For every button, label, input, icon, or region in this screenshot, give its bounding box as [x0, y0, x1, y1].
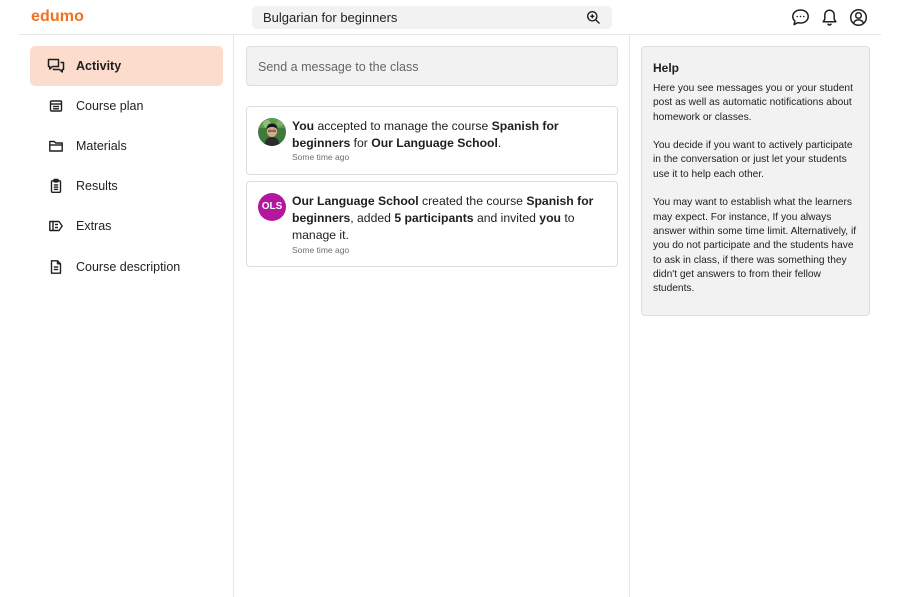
- help-title: Help: [653, 61, 680, 75]
- activity-timestamp: Some time ago: [292, 244, 350, 255]
- document-icon: [48, 259, 64, 275]
- sidebar-item-label: Course description: [76, 260, 181, 274]
- help-body: Here you see messages you or your studen…: [653, 82, 863, 311]
- bell-icon[interactable]: [820, 8, 839, 27]
- class-message-input[interactable]: Send a message to the class: [246, 46, 618, 86]
- left-sidebar: Activity Course plan Materials Results E…: [19, 35, 234, 597]
- activity-item: You accepted to manage the course Spanis…: [246, 106, 618, 175]
- activity-timestamp: Some time ago: [292, 152, 350, 163]
- sidebar-item-label: Results: [76, 179, 118, 193]
- search-input[interactable]: Bulgarian for beginners: [263, 10, 397, 25]
- school-avatar: OLS: [258, 193, 286, 221]
- app-logo[interactable]: edumo: [31, 8, 84, 26]
- sidebar-item-materials[interactable]: Materials: [30, 126, 223, 166]
- sidebar-item-activity[interactable]: Activity: [30, 46, 223, 86]
- chat-bubbles-icon: [47, 57, 65, 75]
- top-header: edumo Bulgarian for beginners: [19, 0, 881, 35]
- activity-message: Our Language School created the course S…: [292, 194, 594, 243]
- sidebar-item-extras[interactable]: Extras: [30, 206, 223, 246]
- help-paragraph: You may want to establish what the learn…: [653, 197, 857, 295]
- activity-feed: Send a message to the class You accepted…: [235, 35, 630, 597]
- course-search-box[interactable]: Bulgarian for beginners: [252, 6, 612, 29]
- activity-message: You accepted to manage the course Spanis…: [292, 119, 559, 151]
- sidebar-item-label: Extras: [76, 219, 112, 233]
- user-avatar: [258, 118, 286, 146]
- calendar-icon: [48, 98, 64, 114]
- search-icon[interactable]: [586, 10, 601, 25]
- sidebar-item-course-plan[interactable]: Course plan: [30, 86, 223, 126]
- activity-item: OLS Our Language School created the cour…: [246, 181, 618, 267]
- activity-text: You accepted to manage the course Spanis…: [292, 118, 610, 163]
- help-paragraph: Here you see messages you or your studen…: [653, 83, 853, 123]
- folder-icon: [48, 138, 64, 154]
- help-paragraph: You decide if you want to actively parti…: [653, 140, 853, 180]
- sidebar-item-label: Activity: [76, 59, 122, 73]
- sidebar-item-label: Materials: [76, 139, 127, 153]
- help-panel: Help Here you see messages you or your s…: [641, 46, 870, 316]
- sidebar-item-results[interactable]: Results: [30, 166, 223, 206]
- activity-text: Our Language School created the course S…: [292, 193, 610, 256]
- clipboard-icon: [48, 178, 64, 194]
- ticket-icon: [48, 218, 64, 234]
- message-placeholder: Send a message to the class: [258, 60, 419, 74]
- sidebar-item-label: Course plan: [76, 99, 144, 113]
- sidebar-item-course-description[interactable]: Course description: [30, 247, 223, 287]
- user-account-icon[interactable]: [849, 8, 868, 27]
- chat-icon[interactable]: [791, 8, 810, 27]
